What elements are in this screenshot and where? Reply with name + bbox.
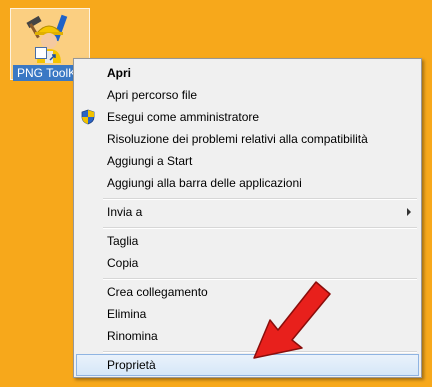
- menu-item-label: Rinomina: [107, 329, 158, 343]
- menu-item-label: Crea collegamento: [107, 285, 208, 299]
- menu-item-label: Proprietà: [107, 358, 156, 372]
- menu-item-invia-a[interactable]: Invia a: [76, 201, 419, 223]
- menu-item-esegui-come-amministratore[interactable]: Esegui come amministratore: [76, 106, 419, 128]
- menu-item-aggiungi-a-start[interactable]: Aggiungi a Start: [76, 150, 419, 172]
- menu-item-label: Esegui come amministratore: [107, 110, 260, 124]
- menu-item-label: Taglia: [107, 234, 139, 248]
- menu-item-label: Apri percorso file: [107, 88, 198, 102]
- submenu-arrow-icon: [407, 208, 411, 216]
- shortcut-arrow-icon: [35, 47, 56, 61]
- red-arrow-icon: [253, 281, 331, 359]
- menu-item-apri-percorso-file[interactable]: Apri percorso file: [76, 84, 419, 106]
- menu-item-copia[interactable]: Copia: [76, 252, 419, 274]
- menu-item-label: Aggiungi a Start: [107, 154, 193, 168]
- menu-item-apri[interactable]: Apri: [76, 62, 419, 84]
- menu-item-label: Copia: [107, 256, 139, 270]
- desktop: PNG ToolKit Apri Apri percorso file Eseg…: [0, 0, 432, 387]
- uac-shield-icon: [81, 109, 95, 125]
- menu-item-label: Apri: [107, 66, 131, 80]
- menu-item-label: Risoluzione dei problemi relativi alla c…: [107, 132, 368, 146]
- menu-item-label: Invia a: [107, 205, 143, 219]
- menu-item-label: Aggiungi alla barra delle applicazioni: [107, 176, 302, 190]
- menu-item-risoluzione-problemi-compatibilita[interactable]: Risoluzione dei problemi relativi alla c…: [76, 128, 419, 150]
- menu-separator: [103, 227, 417, 229]
- menu-separator: [103, 198, 417, 200]
- menu-item-taglia[interactable]: Taglia: [76, 230, 419, 252]
- menu-item-label: Elimina: [107, 307, 147, 321]
- menu-item-aggiungi-barra-applicazioni[interactable]: Aggiungi alla barra delle applicazioni: [76, 172, 419, 194]
